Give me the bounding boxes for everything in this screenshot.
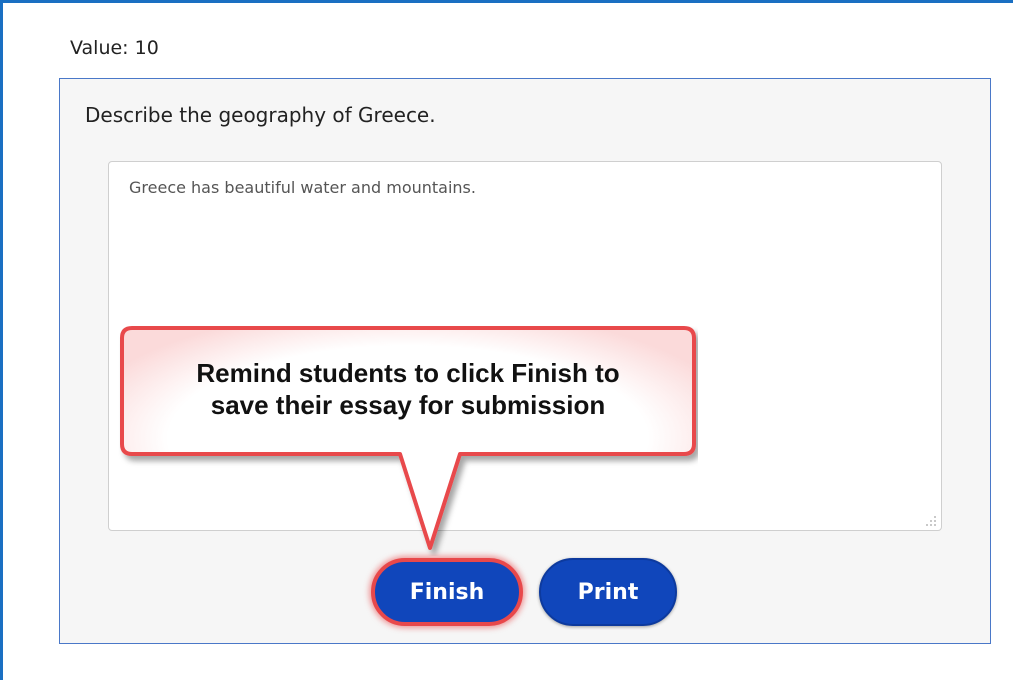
question-prompt: Describe the geography of Greece.	[85, 103, 436, 127]
question-value: Value: 10	[70, 37, 159, 59]
finish-button[interactable]: Finish	[371, 558, 523, 626]
callout-text: Remind students to click Finish to save …	[126, 357, 690, 421]
print-button[interactable]: Print	[539, 558, 677, 626]
resize-grip-icon[interactable]	[925, 515, 937, 527]
callout-line-2: save their essay for submission	[210, 390, 606, 420]
callout-line-1: Remind students to click Finish to	[196, 358, 620, 388]
